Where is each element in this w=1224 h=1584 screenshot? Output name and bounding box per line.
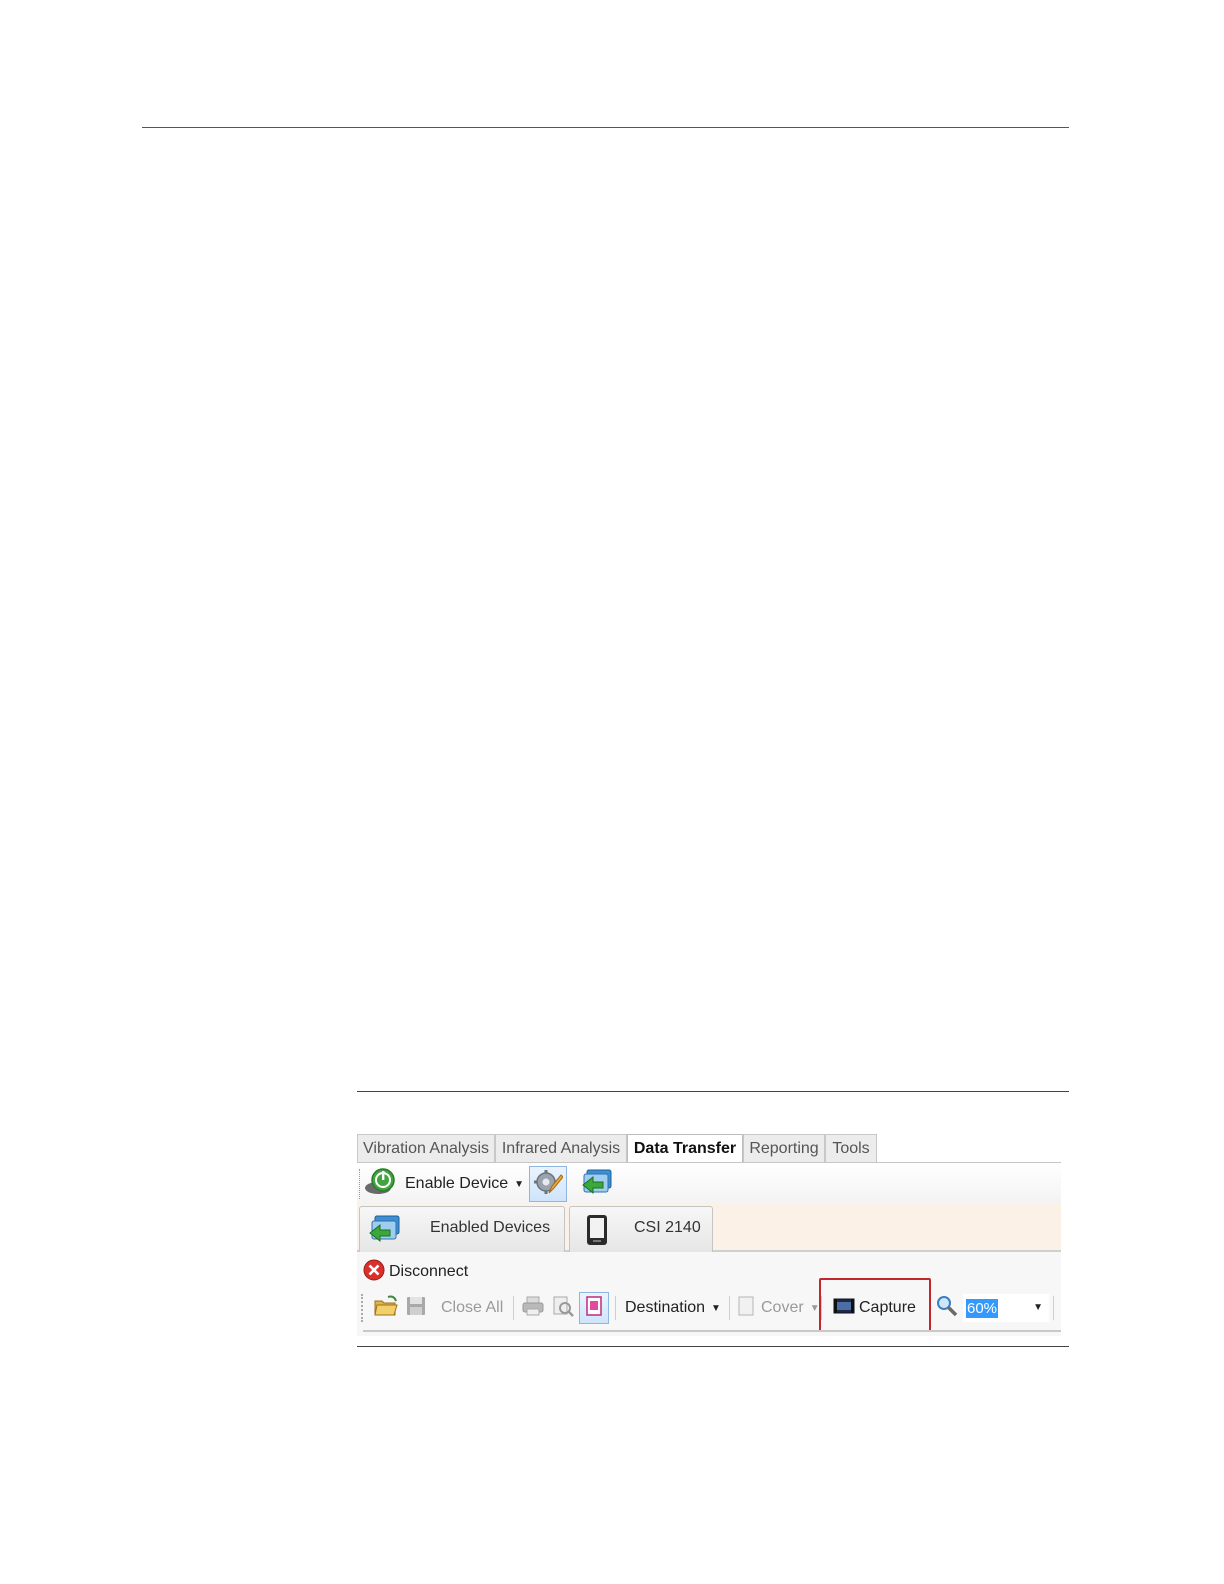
figure-top-rule <box>357 1091 1069 1092</box>
folder-open-icon <box>373 1294 399 1323</box>
ribbon-body: Enable Device ▼ <box>357 1162 1061 1204</box>
enabled-devices-icon <box>368 1213 402 1250</box>
device-tab-label: CSI 2140 <box>634 1219 701 1236</box>
toolbar-separator <box>615 1296 616 1320</box>
page-view-icon <box>584 1295 604 1322</box>
disconnect-label: Disconnect <box>389 1263 469 1280</box>
toolbar-separator <box>729 1296 730 1320</box>
chevron-down-icon[interactable]: ▼ <box>1033 1302 1043 1313</box>
destination-label: Destination <box>625 1299 706 1316</box>
tab-tools[interactable]: Tools <box>825 1134 877 1162</box>
magnifier-icon <box>935 1294 959 1323</box>
report-toolbar: Close All Destination ▼ Cover ▼ Capture … <box>357 1290 1061 1326</box>
transfer-arrow-icon <box>581 1167 615 1202</box>
page-view-toggle-button[interactable] <box>579 1292 609 1324</box>
close-all-label: Close All <box>441 1299 504 1316</box>
tab-enabled-devices[interactable]: Enabled Devices <box>359 1206 565 1252</box>
zoom-value: 60% <box>966 1298 999 1318</box>
software-screenshot: Vibration Analysis Infrared Analysis Dat… <box>357 1134 1061 1336</box>
device-panel: Disconnect Close All Destination ▼ Cover… <box>357 1252 1061 1336</box>
print-preview-icon <box>551 1295 575 1322</box>
enable-device-button[interactable]: Enable Device ▼ <box>363 1167 524 1202</box>
ribbon-group-separator <box>359 1169 360 1199</box>
printer-icon <box>521 1295 545 1322</box>
zoom-combobox[interactable]: 60% ▼ <box>963 1294 1049 1322</box>
tab-data-transfer[interactable]: Data Transfer <box>627 1134 743 1163</box>
print-button[interactable] <box>521 1292 545 1324</box>
capture-highlight-callout <box>819 1278 931 1332</box>
close-all-button[interactable]: Close All <box>441 1292 503 1324</box>
tab-vibration-analysis[interactable]: Vibration Analysis <box>357 1134 495 1162</box>
open-button[interactable] <box>373 1292 399 1324</box>
device-tab-bar: Enabled Devices CSI 2140 <box>357 1204 1061 1252</box>
enable-device-label: Enable Device <box>405 1175 509 1192</box>
toolbar-separator <box>1053 1296 1054 1320</box>
transfer-button[interactable] <box>579 1166 617 1202</box>
page-header-rule <box>142 127 1069 128</box>
tab-device-csi-2140[interactable]: CSI 2140 <box>569 1206 713 1252</box>
ribbon-tab-strip: Vibration Analysis Infrared Analysis Dat… <box>357 1134 1061 1163</box>
zoom-button[interactable] <box>935 1292 959 1324</box>
enabled-devices-label: Enabled Devices <box>430 1219 551 1236</box>
save-icon <box>405 1295 427 1322</box>
power-icon <box>363 1167 399 1202</box>
print-preview-button[interactable] <box>551 1292 575 1324</box>
cover-page-icon <box>737 1295 755 1322</box>
disconnect-icon <box>363 1259 385 1286</box>
chevron-down-icon[interactable]: ▼ <box>514 1179 524 1190</box>
toolbar-separator <box>513 1296 514 1320</box>
chevron-down-icon: ▼ <box>711 1302 721 1314</box>
disconnect-button[interactable]: Disconnect <box>363 1259 469 1286</box>
tab-infrared-analysis[interactable]: Infrared Analysis <box>495 1134 627 1162</box>
panel-bottom-border <box>363 1330 1061 1332</box>
cover-dropdown[interactable]: Cover ▼ <box>737 1292 820 1324</box>
toolbar-grip[interactable] <box>361 1294 363 1322</box>
gear-pencil-icon <box>533 1167 564 1202</box>
destination-dropdown[interactable]: Destination ▼ <box>625 1292 721 1324</box>
device-settings-button[interactable] <box>529 1166 567 1202</box>
save-button[interactable] <box>405 1292 427 1324</box>
handheld-device-icon <box>584 1213 610 1252</box>
cover-label: Cover <box>761 1299 804 1316</box>
tab-reporting[interactable]: Reporting <box>743 1134 825 1162</box>
figure-bottom-rule <box>357 1346 1069 1347</box>
